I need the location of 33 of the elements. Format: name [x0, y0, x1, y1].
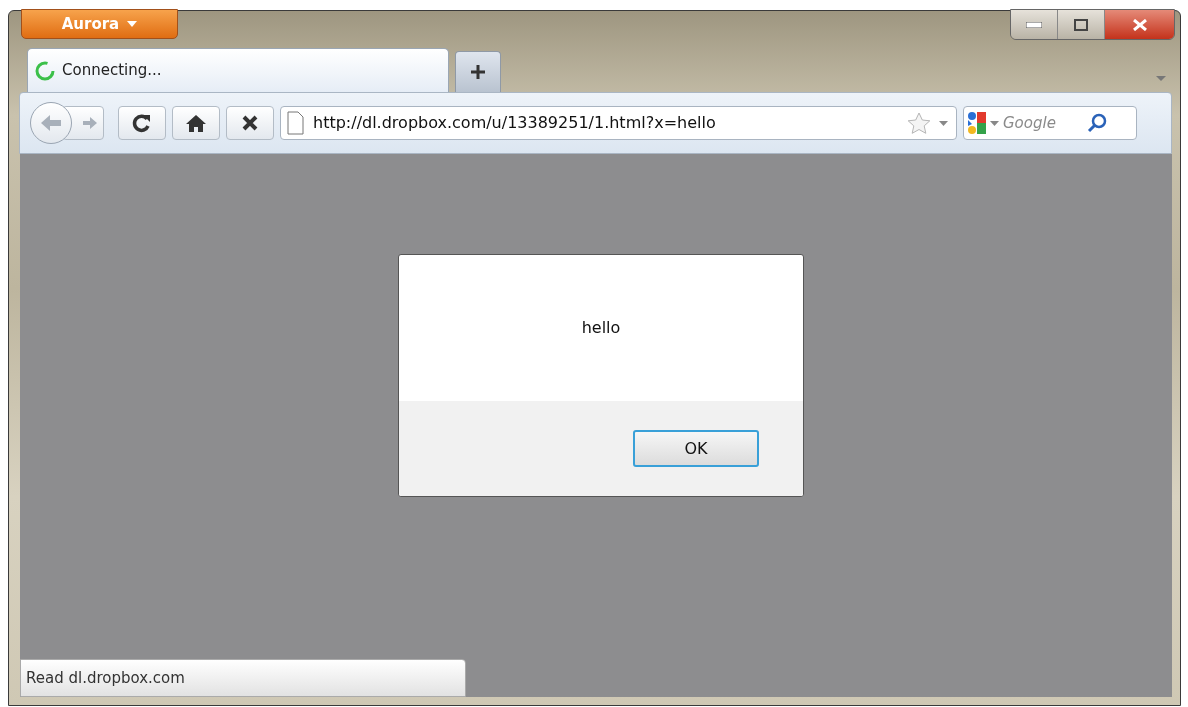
minimize-button[interactable]: [1011, 10, 1058, 39]
plus-icon: [470, 64, 486, 80]
reload-button[interactable]: [118, 106, 166, 140]
close-button[interactable]: [1105, 10, 1174, 39]
tab-list-arrow-icon: [1156, 76, 1166, 81]
search-icon: [1087, 113, 1107, 133]
stop-icon: [242, 115, 258, 131]
caret-icon: [127, 21, 138, 27]
maximize-icon: [1074, 18, 1088, 31]
maximize-button[interactable]: [1058, 10, 1105, 39]
dialog-message: hello: [581, 317, 621, 339]
ok-button[interactable]: OK: [633, 430, 759, 467]
new-tab-button[interactable]: [455, 51, 501, 92]
tab[interactable]: Connecting...: [27, 48, 449, 92]
loading-spinner-icon: [34, 59, 56, 82]
forward-arrow-icon: [82, 116, 98, 130]
search-input[interactable]: Google: [1003, 111, 1083, 135]
dropdown-arrow-icon: [990, 120, 999, 126]
star-icon: [907, 112, 931, 134]
back-arrow-icon: [40, 114, 62, 132]
address-bar[interactable]: http://dl.dropbox.com/u/13389251/1.html?x=hello: [280, 106, 957, 140]
home-button[interactable]: [172, 106, 220, 140]
search-field[interactable]: Google: [963, 106, 1137, 140]
home-icon: [185, 114, 207, 132]
close-icon: [1132, 18, 1147, 31]
minimize-icon: [1026, 21, 1042, 28]
search-engine-icon: [968, 112, 986, 134]
address-input[interactable]: http://dl.dropbox.com/u/13389251/1.html?x=hello: [313, 111, 899, 135]
page-icon: [285, 111, 305, 135]
dropdown-arrow-icon: [939, 120, 948, 126]
stop-button[interactable]: [226, 106, 274, 140]
status-text: Read dl.dropbox.com: [20, 659, 466, 697]
reload-icon: [132, 113, 152, 133]
